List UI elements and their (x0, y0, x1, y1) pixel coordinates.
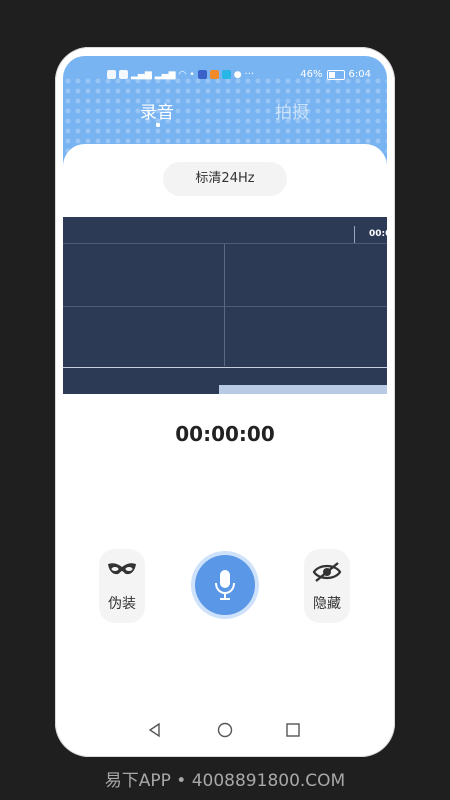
quality-selector[interactable]: 标清24Hz (163, 162, 287, 196)
tab-record[interactable]: 录音 (140, 98, 174, 123)
main-card: 标清24Hz 00:0 00:00:00 伪装 (63, 144, 387, 712)
waveform-display: 00:0 (63, 217, 387, 394)
hide-label: 隐藏 (313, 596, 341, 612)
mode-tabs: 录音 拍摄 (63, 96, 387, 136)
status-bar: ▂▄▆ ▂▄▆ ◠ • ● ··· 46% 6:04 (63, 66, 387, 86)
scope-top-line (63, 243, 387, 244)
nfc-icon (107, 70, 116, 79)
wifi-icon: ◠ (178, 69, 187, 80)
message-icon: ● (233, 69, 242, 80)
record-button[interactable] (195, 555, 255, 615)
scope-baseline (63, 367, 387, 368)
scope-progress-fill (219, 385, 387, 394)
status-time: 6:04 (348, 69, 371, 80)
home-circle-icon[interactable] (217, 722, 233, 738)
app-screen: ▂▄▆ ▂▄▆ ◠ • ● ··· 46% 6:04 录音 拍摄 标清24Hz … (63, 56, 387, 712)
system-navigation (63, 712, 387, 748)
time-marker (354, 226, 355, 243)
status-icons-left: ▂▄▆ ▂▄▆ ◠ • ● ··· (107, 69, 254, 80)
eye-off-icon (312, 562, 342, 582)
record-timer: 00:00:00 (175, 422, 275, 446)
scope-center-line (224, 244, 225, 366)
battery-percent: 46% (300, 69, 323, 80)
back-icon[interactable] (147, 722, 163, 738)
app-notification-icon-2 (209, 70, 219, 79)
time-marker-label: 00:0 (369, 229, 387, 239)
battery-icon (326, 69, 345, 80)
hide-button[interactable]: 隐藏 (304, 549, 350, 623)
hd-icon (119, 70, 128, 79)
disguise-button[interactable]: 伪装 (99, 549, 145, 623)
app-notification-icon-3 (221, 70, 231, 79)
watermark: 易下APP • 4008891800.COM (104, 771, 346, 791)
scope-mid-line (63, 306, 387, 307)
tab-capture[interactable]: 拍摄 (275, 98, 309, 123)
recents-icon[interactable] (285, 722, 301, 738)
microphone-icon (215, 570, 235, 600)
dot-icon: • (189, 69, 195, 80)
signal-icon: ▂▄▆ (131, 69, 152, 80)
signal-icon-2: ▂▄▆ (154, 69, 176, 80)
active-tab-indicator (156, 123, 160, 127)
disguise-label: 伪装 (108, 596, 136, 612)
app-notification-icon (197, 70, 207, 79)
status-overflow: ··· (244, 69, 255, 80)
mask-icon (108, 563, 136, 575)
status-icons-right: 46% 6:04 (300, 69, 371, 80)
